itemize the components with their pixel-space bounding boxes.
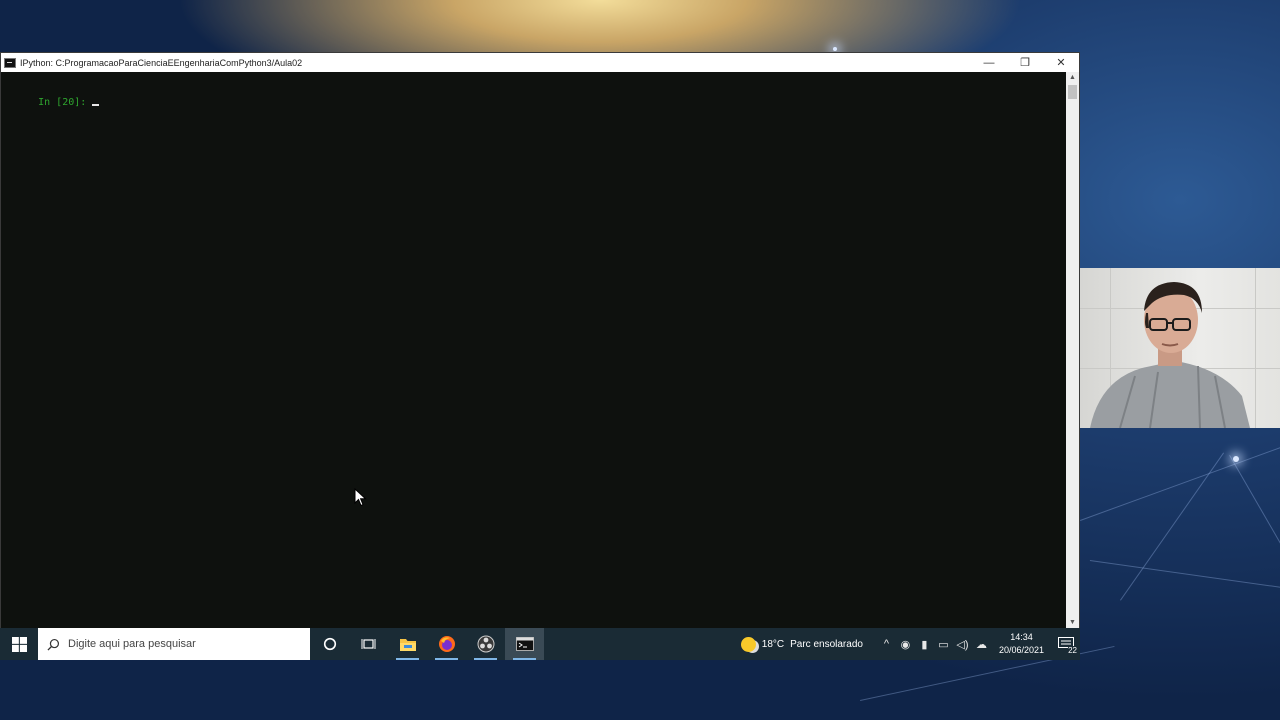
clock-date: 20/06/2021: [998, 645, 1044, 655]
firefox-button[interactable]: [427, 628, 466, 660]
text-cursor: [92, 104, 100, 106]
weather-condition: Parc ensolarado: [790, 638, 863, 650]
windows-taskbar: Digite aqui para pesquisar 18°C Parc ens…: [0, 628, 1080, 660]
close-button[interactable]: ✕: [1043, 53, 1079, 72]
window-titlebar[interactable]: IPython: C:ProgramacaoParaCienciaEEngenh…: [1, 53, 1079, 72]
network-icon[interactable]: ▭: [934, 638, 953, 651]
console-output-area[interactable]: In [20]:: [1, 72, 1067, 629]
weather-temperature: 18°C: [761, 638, 785, 650]
partly-sunny-icon: [740, 636, 756, 652]
firefox-icon: [438, 636, 455, 652]
notification-center-button[interactable]: 22: [1052, 628, 1080, 660]
cortana-icon: [323, 637, 336, 651]
weather-widget[interactable]: 18°C Parc ensolarado: [740, 636, 863, 652]
wallpaper-line: [1229, 455, 1280, 569]
wallpaper-star: [1233, 456, 1239, 462]
file-explorer-button[interactable]: [388, 628, 427, 660]
wallpaper-star: [833, 47, 837, 51]
input-prompt: In [20]:: [38, 97, 87, 108]
scroll-thumb[interactable]: [1068, 85, 1077, 99]
terminal-button[interactable]: [505, 628, 544, 660]
wallpaper-line: [1120, 452, 1225, 601]
ipython-console-window[interactable]: IPython: C:ProgramacaoParaCienciaEEngenh…: [0, 52, 1080, 630]
restore-button[interactable]: ❐: [1007, 53, 1043, 72]
chevron-up-icon[interactable]: ^: [877, 638, 896, 650]
task-view-button[interactable]: [349, 628, 388, 660]
windows-logo-icon: [11, 636, 27, 652]
obs-button[interactable]: [466, 628, 505, 660]
taskbar-search-box[interactable]: Digite aqui para pesquisar: [38, 628, 310, 660]
webcam-overlay: [1080, 268, 1280, 428]
search-icon: [38, 638, 68, 651]
onedrive-cloud-icon[interactable]: ☁: [972, 638, 991, 651]
start-button[interactable]: [0, 628, 38, 660]
volume-icon[interactable]: ◁): [953, 638, 972, 651]
presenter-video-frame: [1090, 282, 1250, 428]
clock-time: 14:34: [1010, 632, 1033, 642]
console-app-icon: [4, 57, 16, 68]
mouse-pointer-icon: [354, 488, 367, 507]
window-title: IPython: C:ProgramacaoParaCienciaEEngenh…: [20, 57, 303, 68]
system-tray: 18°C Parc ensolarado ^ ◉ ▮ ▭ ◁) ☁ 14:34 …: [740, 628, 1080, 660]
system-clock[interactable]: 14:34 20/06/2021: [999, 631, 1044, 657]
notification-count: 22: [1068, 646, 1077, 655]
webcam-icon[interactable]: ◉: [896, 638, 915, 651]
search-placeholder: Digite aqui para pesquisar: [68, 638, 196, 650]
cortana-button[interactable]: [310, 628, 349, 660]
file-explorer-icon: [399, 638, 416, 651]
vertical-scrollbar[interactable]: ▲ ▼: [1066, 72, 1079, 629]
wallpaper-line: [1089, 560, 1280, 589]
prompt-line[interactable]: In [20]:: [2, 86, 100, 119]
minimize-button[interactable]: —: [971, 53, 1007, 72]
obs-icon: [477, 635, 494, 653]
wallpaper-line: [1080, 444, 1280, 521]
terminal-icon: [515, 637, 534, 651]
microphone-icon[interactable]: ▮: [915, 638, 934, 651]
scroll-up-arrow-icon[interactable]: ▲: [1066, 72, 1079, 84]
task-view-icon: [361, 639, 375, 649]
